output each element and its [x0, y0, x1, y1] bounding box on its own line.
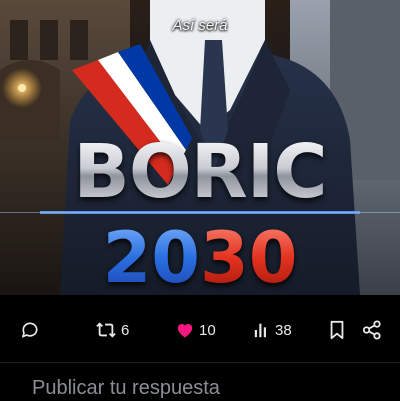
repost-button[interactable]: 6 [95, 312, 129, 348]
bookmark-icon [330, 320, 344, 340]
bookmark-button[interactable] [328, 312, 346, 348]
repost-arrows-icon [96, 322, 116, 338]
post-action-bar: 6 10 38 [0, 312, 400, 348]
repost-count: 6 [121, 321, 130, 339]
views-count: 38 [275, 321, 292, 339]
headline-year: 2030 [0, 220, 400, 295]
heart-icon [177, 324, 193, 338]
headline-name: BORIC [0, 132, 400, 212]
reply-box[interactable]: Publicar tu respuesta [0, 362, 400, 401]
headline-year-part2: 30 [200, 217, 297, 295]
bar-chart-icon [254, 323, 266, 338]
share-icon [362, 320, 381, 340]
image-caption: Así será [172, 17, 228, 34]
views-button[interactable]: 38 [253, 312, 292, 348]
like-count: 10 [199, 321, 216, 339]
post-image[interactable]: Así será BORIC 2030 [0, 0, 400, 295]
headline-year-part1: 20 [103, 217, 200, 295]
share-button[interactable] [362, 312, 382, 348]
speech-bubble-icon [22, 322, 38, 338]
like-button[interactable]: 10 [175, 312, 216, 348]
reply-input-placeholder[interactable]: Publicar tu respuesta [32, 377, 220, 400]
reply-button[interactable] [20, 312, 40, 348]
